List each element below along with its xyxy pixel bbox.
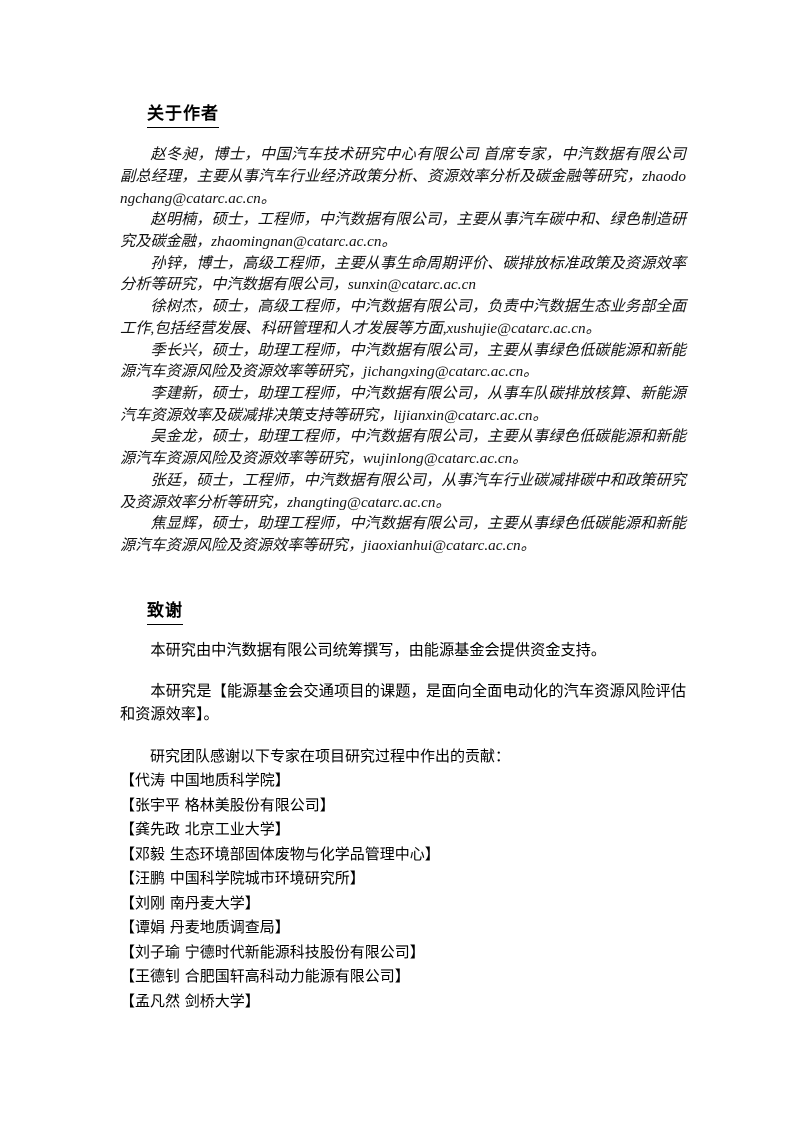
author-bio-jichangxing: 季长兴，硕士，助理工程师，中汽数据有限公司，主要从事绿色低碳能源和新能源汽车资源… [120,341,686,381]
author-bio-xushujie: 徐树杰，硕士，高级工程师，中汽数据有限公司，负责中汽数据生态业务部全面工作,包括… [120,298,686,337]
authors-list: 赵冬昶，博士，中国汽车技术研究中心有限公司 首席专家，中汽数据有限公司 副总经理… [120,144,686,556]
about-authors-heading: 关于作者 [147,104,686,129]
experts-list: 【代涛 中国地质科学院】 【张宇平 格林美股份有限公司】 【龚先政 北京工业大学… [120,768,686,1013]
author-bio-zhangting: 张廷，硕士，工程师，中汽数据有限公司，从事汽车行业碳减排碳中和政策研究及资源效率… [120,471,686,511]
expert-list-item: 【龚先政 北京工业大学】 [120,820,290,839]
acknowledgement-heading-wrapper: 致谢 [120,557,686,625]
page-content-column: 关于作者 赵冬昶，博士，中国汽车技术研究中心有限公司 首席专家，中汽数据有限公司… [120,0,686,1013]
author-bio-zhaomingnan: 赵明楠，硕士，工程师，中汽数据有限公司，主要从事汽车碳中和、绿色制造研究及碳金融… [120,211,686,251]
expert-list-item: 【代涛 中国地质科学院】 [120,771,290,790]
author-bio-wujinlong: 吴金龙，硕士，助理工程师，中汽数据有限公司，主要从事绿色低碳能源和新能源汽车资源… [120,428,686,468]
expert-list-item: 【谭娟 丹麦地质调查局】 [120,918,290,937]
expert-list-item: 【汪鹏 中国科学院城市环境研究所】 [120,869,365,888]
author-bio-jiaoxianhui: 焦显辉，硕士，助理工程师，中汽数据有限公司，主要从事绿色低碳能源和新能源汽车资源… [120,515,686,554]
about-authors-heading-text: 关于作者 [147,104,219,129]
about-authors-heading-wrapper: 关于作者 [120,0,686,129]
author-bio-lijianxin: 李建新，硕士，助理工程师，中汽数据有限公司，从事车队碳排放核算、新能源汽车资源效… [120,384,686,424]
acknowledgement-heading: 致谢 [147,601,686,625]
acknowledgement-body: 本研究由中汽数据有限公司统筹撰写，由能源基金会提供资金支持。 本研究是【能源基金… [120,639,686,1014]
expert-list-item: 【刘子瑜 宁德时代新能源科技股份有限公司】 [120,942,425,961]
experts-intro-text: 研究团队感谢以下专家在项目研究过程中作出的贡献： [150,746,511,765]
acknowledgement-heading-text: 致谢 [147,601,183,625]
expert-list-item: 【邓毅 生态环境部固体废物与化学品管理中心】 [120,844,440,863]
author-bio-zhaodongchang: 赵冬昶，博士，中国汽车技术研究中心有限公司 首席专家，中汽数据有限公司 副总经理… [120,146,686,207]
acknowledgement-paragraph-funding: 本研究由中汽数据有限公司统筹撰写，由能源基金会提供资金支持。 [150,641,607,659]
expert-list-item: 【王德钊 合肥国轩高科动力能源有限公司】 [120,967,410,986]
expert-list-item: 【孟凡然 剑桥大学】 [120,991,260,1010]
author-bio-sunxin: 孙锌，博士，高级工程师，主要从事生命周期评价、碳排放标准政策及资源效率分析等研究… [120,254,686,294]
acknowledgement-paragraph-project: 本研究是【能源基金会交通项目的课题，是面向全面电动化的汽车资源风险评估和资源效率… [120,682,686,723]
expert-list-item: 【刘刚 南丹麦大学】 [120,893,260,912]
document-page: 关于作者 赵冬昶，博士，中国汽车技术研究中心有限公司 首席专家，中汽数据有限公司… [0,0,793,1123]
expert-list-item: 【张宇平 格林美股份有限公司】 [120,795,335,814]
